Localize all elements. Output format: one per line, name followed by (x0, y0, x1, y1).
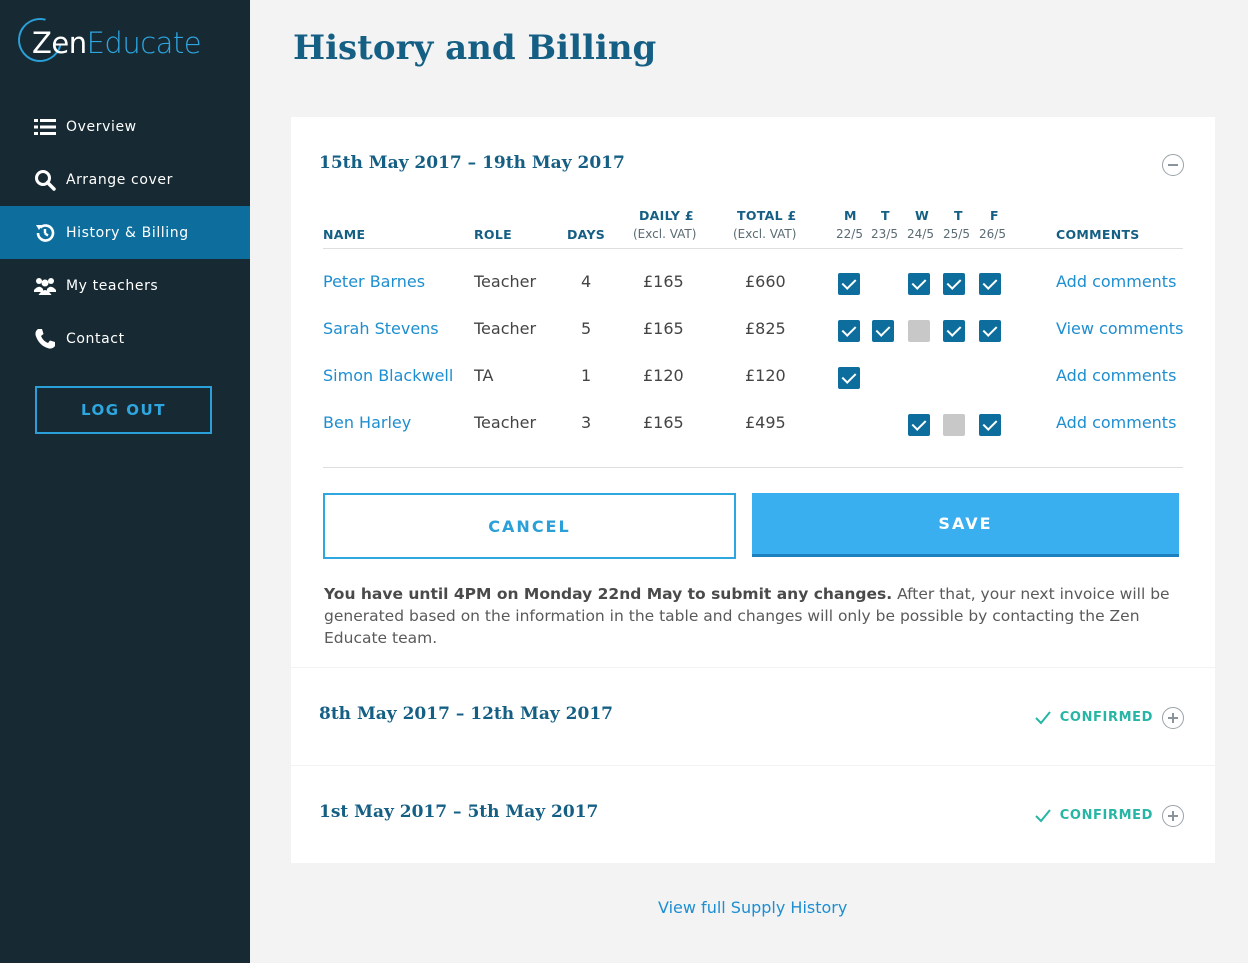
sidebar-item-label: Contact (66, 330, 125, 347)
header-day-date: 24/5 (907, 227, 934, 241)
comments-link[interactable]: View comments (1056, 319, 1183, 338)
sidebar-item-arrange-cover[interactable]: Arrange cover (0, 153, 250, 206)
comments-link[interactable]: Add comments (1056, 366, 1176, 385)
daily-rate-cell: £165 (643, 272, 684, 291)
total-cell: £120 (745, 366, 786, 385)
week-title[interactable]: 8th May 2017 – 12th May 2017 (319, 704, 613, 724)
role-cell: Teacher (474, 272, 537, 291)
status-badge: CONFIRMED (1035, 808, 1153, 823)
logo-prefix: Zen (32, 26, 87, 60)
header-day-date: 22/5 (836, 227, 863, 241)
total-cell: £495 (745, 413, 786, 432)
role-cell: Teacher (474, 413, 537, 432)
header-daily-sub: (Excl. VAT) (633, 227, 697, 241)
sidebar-item-contact[interactable]: Contact (0, 312, 250, 365)
day-checkbox-checked[interactable] (838, 320, 860, 342)
week-panel-confirmed[interactable]: 1st May 2017 – 5th May 2017 CONFIRMED (291, 766, 1215, 863)
daily-rate-cell: £165 (643, 413, 684, 432)
check-icon (1035, 710, 1051, 724)
phone-icon (34, 328, 56, 350)
logout-button[interactable]: LOG OUT (35, 386, 212, 434)
comments-link[interactable]: Add comments (1056, 413, 1176, 432)
sidebar-item-history-billing[interactable]: History & Billing (0, 206, 250, 259)
day-checkbox-checked[interactable] (838, 367, 860, 389)
sidebar-item-my-teachers[interactable]: My teachers (0, 259, 250, 312)
days-cell: 4 (581, 272, 592, 291)
header-day-date: 26/5 (979, 227, 1006, 241)
view-full-supply-history-link[interactable]: View full Supply History (658, 898, 847, 917)
day-checkbox-disabled (943, 414, 965, 436)
expand-icon[interactable] (1162, 707, 1184, 729)
notice-deadline: You have until 4PM on Monday 22nd May to… (324, 585, 893, 603)
day-checkbox-checked[interactable] (908, 273, 930, 295)
save-button[interactable]: SAVE (752, 493, 1179, 557)
role-cell: Teacher (474, 319, 537, 338)
teacher-name-link[interactable]: Ben Harley (323, 413, 411, 432)
users-icon (34, 275, 56, 297)
search-icon (34, 169, 56, 191)
week-title[interactable]: 15th May 2017 – 19th May 2017 (319, 153, 625, 173)
history-icon (34, 222, 56, 244)
comments-link[interactable]: Add comments (1056, 272, 1176, 291)
daily-rate-cell: £120 (643, 366, 684, 385)
header-name: NAME (323, 227, 366, 242)
total-cell: £660 (745, 272, 786, 291)
header-day-letter: F (990, 208, 999, 223)
days-cell: 5 (581, 319, 592, 338)
day-checkbox-checked[interactable] (979, 414, 1001, 436)
header-day-date: 25/5 (943, 227, 970, 241)
teacher-name-link[interactable]: Simon Blackwell (323, 366, 453, 385)
total-cell: £825 (745, 319, 786, 338)
day-checkbox-checked[interactable] (943, 273, 965, 295)
list-icon (34, 116, 56, 138)
header-divider (323, 248, 1183, 249)
week-panel-confirmed[interactable]: 8th May 2017 – 12th May 2017 CONFIRMED (291, 668, 1215, 765)
table-divider (323, 467, 1183, 468)
header-daily: DAILY £ (639, 208, 694, 223)
daily-rate-cell: £165 (643, 319, 684, 338)
status-text: CONFIRMED (1059, 710, 1153, 725)
teacher-name-link[interactable]: Sarah Stevens (323, 319, 439, 338)
sidebar-nav: Overview Arrange cover History & Billing… (0, 100, 250, 365)
sidebar-item-overview[interactable]: Overview (0, 100, 250, 153)
sidebar-item-label: Arrange cover (66, 171, 173, 188)
header-day-letter: W (915, 208, 930, 223)
sidebar: ZenEducate Overview Arrange cover Histor… (0, 0, 250, 963)
day-checkbox-checked[interactable] (979, 320, 1001, 342)
cancel-button[interactable]: CANCEL (323, 493, 736, 559)
sidebar-item-label: History & Billing (66, 224, 189, 241)
header-day-letter: T (954, 208, 963, 223)
header-comments: COMMENTS (1056, 227, 1140, 242)
header-day-date: 23/5 (871, 227, 898, 241)
check-icon (1035, 808, 1051, 822)
status-text: CONFIRMED (1059, 808, 1153, 823)
submission-notice: You have until 4PM on Monday 22nd May to… (324, 583, 1190, 649)
week-panel-open: 15th May 2017 – 19th May 2017 NAME ROLE … (291, 117, 1215, 667)
header-day-letter: M (844, 208, 857, 223)
zeneducate-logo[interactable]: ZenEducate (9, 9, 208, 71)
sidebar-item-label: My teachers (66, 277, 159, 294)
header-days: DAYS (567, 227, 606, 242)
header-total-sub: (Excl. VAT) (733, 227, 797, 241)
day-checkbox-checked[interactable] (908, 414, 930, 436)
day-checkbox-checked[interactable] (943, 320, 965, 342)
teacher-name-link[interactable]: Peter Barnes (323, 272, 425, 291)
header-role: ROLE (474, 227, 512, 242)
days-cell: 1 (581, 366, 592, 385)
role-cell: TA (474, 366, 494, 385)
sidebar-item-label: Overview (66, 118, 137, 135)
day-checkbox-checked[interactable] (979, 273, 1001, 295)
day-checkbox-disabled (908, 320, 930, 342)
days-cell: 3 (581, 413, 592, 432)
day-checkbox-checked[interactable] (838, 273, 860, 295)
status-badge: CONFIRMED (1035, 710, 1153, 725)
collapse-icon[interactable] (1162, 154, 1184, 176)
header-total: TOTAL £ (737, 208, 797, 223)
page-title: History and Billing (293, 28, 657, 68)
logo-suffix: Educate (86, 26, 202, 60)
expand-icon[interactable] (1162, 805, 1184, 827)
day-checkbox-checked[interactable] (872, 320, 894, 342)
week-title[interactable]: 1st May 2017 – 5th May 2017 (319, 802, 598, 822)
header-day-letter: T (881, 208, 890, 223)
